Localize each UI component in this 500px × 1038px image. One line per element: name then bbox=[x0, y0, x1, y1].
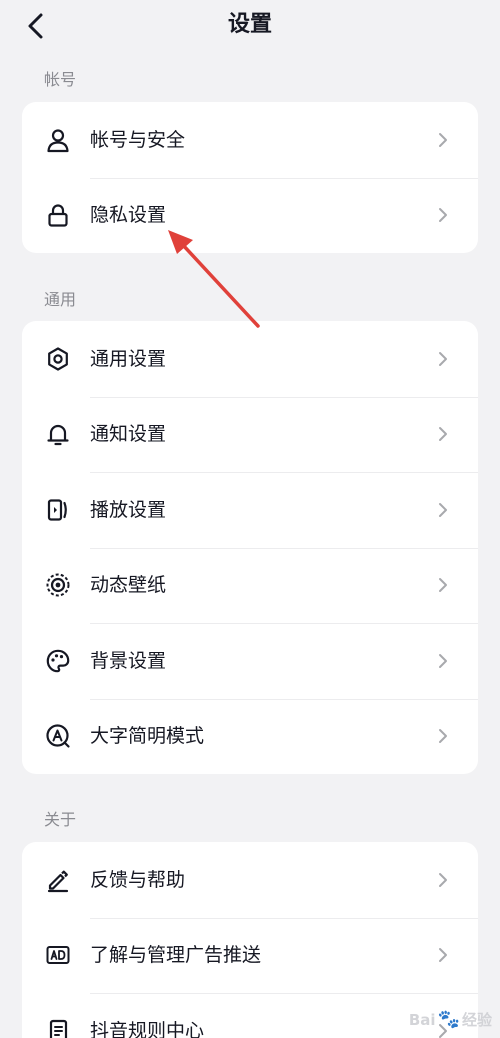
large-font-icon bbox=[44, 722, 72, 750]
bell-icon bbox=[44, 420, 72, 448]
playback-settings-row[interactable]: 播放设置 bbox=[22, 472, 478, 548]
ad-icon bbox=[44, 941, 72, 969]
row-label: 通用设置 bbox=[90, 347, 167, 370]
section-label-about: 关于 bbox=[44, 810, 77, 829]
background-settings-row[interactable]: 背景设置 bbox=[22, 623, 478, 699]
section-label-general: 通用 bbox=[44, 290, 77, 309]
row-label: 通知设置 bbox=[90, 423, 167, 446]
row-label: 帐号与安全 bbox=[90, 128, 186, 151]
chevron-right-icon bbox=[439, 208, 447, 223]
paw-icon: 🐾 bbox=[437, 1009, 460, 1030]
row-label: 了解与管理广告推送 bbox=[90, 944, 262, 967]
general-settings-row[interactable]: 通用设置 bbox=[22, 321, 478, 397]
row-label: 大字简明模式 bbox=[90, 725, 205, 748]
watermark: Bai 🐾 经验 bbox=[409, 1009, 492, 1030]
account-card: 帐号与安全 隐私设置 bbox=[22, 102, 478, 253]
live-wallpaper-icon bbox=[44, 571, 72, 599]
page-title: 设置 bbox=[227, 12, 272, 37]
chevron-right-icon bbox=[439, 729, 447, 744]
chevron-right-icon bbox=[439, 502, 447, 517]
section-label-account: 帐号 bbox=[44, 70, 77, 89]
chevron-right-icon bbox=[439, 872, 447, 887]
privacy-settings-row[interactable]: 隐私设置 bbox=[22, 177, 478, 254]
document-icon bbox=[44, 1017, 72, 1038]
chevron-right-icon bbox=[439, 948, 447, 963]
watermark-brand: Bai bbox=[408, 1010, 436, 1029]
chevron-right-icon bbox=[439, 132, 447, 147]
row-label: 背景设置 bbox=[90, 649, 167, 672]
live-wallpaper-row[interactable]: 动态壁纸 bbox=[22, 547, 478, 624]
general-card: 通用设置 通知设置 播放设置 动态壁纸 背景设置 大字简明模式 bbox=[22, 321, 478, 774]
person-icon bbox=[44, 126, 72, 154]
row-label: 反馈与帮助 bbox=[90, 868, 186, 891]
ad-management-row[interactable]: 了解与管理广告推送 bbox=[22, 917, 478, 994]
chevron-right-icon bbox=[439, 427, 447, 442]
large-font-mode-row[interactable]: 大字简明模式 bbox=[22, 698, 478, 775]
notification-settings-row[interactable]: 通知设置 bbox=[22, 396, 478, 473]
gear-icon bbox=[44, 345, 72, 373]
chevron-right-icon bbox=[439, 578, 447, 593]
palette-icon bbox=[44, 647, 72, 675]
chevron-right-icon bbox=[439, 653, 447, 668]
account-security-row[interactable]: 帐号与安全 bbox=[22, 102, 478, 178]
row-label: 动态壁纸 bbox=[90, 574, 167, 597]
watermark-suffix: 经验 bbox=[461, 1011, 492, 1029]
playback-icon bbox=[44, 496, 72, 524]
row-label: 播放设置 bbox=[90, 498, 167, 521]
top-bar: 设置 bbox=[0, 0, 500, 52]
row-label: 抖音规则中心 bbox=[90, 1019, 205, 1038]
feedback-help-row[interactable]: 反馈与帮助 bbox=[22, 842, 478, 918]
lock-icon bbox=[44, 201, 72, 229]
row-label: 隐私设置 bbox=[90, 204, 167, 227]
pencil-icon bbox=[44, 866, 72, 894]
chevron-right-icon bbox=[439, 351, 447, 366]
